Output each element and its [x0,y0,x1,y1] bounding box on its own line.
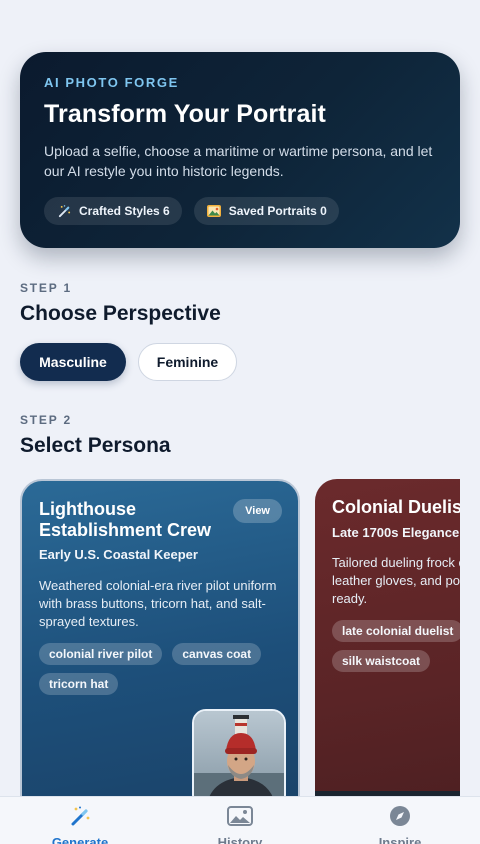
nav-history-label: History [217,835,263,844]
step2-title: Select Persona [20,434,171,457]
compass-icon [389,805,411,832]
persona-portrait-thumbnail[interactable] [192,709,286,809]
view-button[interactable]: View [233,499,282,523]
hero-stats: Crafted Styles 6 Saved Portraits 0 [44,197,436,225]
persona-tag: late colonial duelist [332,620,460,642]
saved-portraits-chip: Saved Portraits 0 [193,197,339,225]
persona-tag: silk waistcoat [332,650,431,672]
nav-inspire-label: Inspire [378,835,422,844]
hero-description: Upload a selfie, choose a maritime or wa… [44,143,433,179]
description-line: leather gloves, and po [332,573,460,588]
persona-card-lighthouse[interactable]: Lighthouse Establishment Crew Early U.S.… [20,479,300,809]
hero-title: Transform Your Portrait [44,100,326,128]
persona-tags: late colonial duelist silk waistcoat [332,620,460,672]
nav-generate[interactable]: Generate [35,805,125,844]
description-line: Tailored dueling frock c [332,555,460,570]
picture-icon [206,203,222,219]
description-line: ready. [332,591,368,606]
step1-title: Choose Perspective [20,302,221,325]
persona-tag: canvas coat [172,643,262,665]
persona-subtitle: Early U.S. Coastal Keeper [39,547,198,562]
bottom-navigation: Generate History Inspire [0,796,480,844]
hero-banner: AI PHOTO FORGE Transform Your Portrait U… [20,52,460,248]
persona-card-colonial-duelist[interactable]: Colonial Duelis Late 1700s Elegance Tail… [315,479,460,809]
feminine-option[interactable]: Feminine [138,343,237,381]
saved-portraits-label: Saved Portraits 0 [228,204,327,218]
persona-title: Lighthouse Establishment Crew [39,499,212,540]
persona-subtitle: Late 1700s Elegance [332,525,460,540]
masculine-option[interactable]: Masculine [20,343,126,381]
step2-label: STEP 2 [20,413,72,427]
persona-tags: colonial river pilot canvas coat tricorn… [39,643,281,695]
nav-generate-label: Generate [51,835,109,844]
persona-tag: colonial river pilot [39,643,163,665]
step1-label: STEP 1 [20,281,72,295]
hero-eyebrow: AI PHOTO FORGE [44,75,179,90]
persona-carousel[interactable]: Lighthouse Establishment Crew Early U.S.… [20,479,460,809]
persona-description: Weathered colonial-era river pilot unifo… [39,578,277,629]
crafted-styles-chip: Crafted Styles 6 [44,197,182,225]
persona-title: Colonial Duelis [332,497,460,517]
magic-wand-icon [68,805,92,832]
gallery-icon [227,805,253,832]
persona-tag: tricorn hat [39,673,119,695]
nav-history[interactable]: History [195,805,285,844]
nav-inspire[interactable]: Inspire [355,805,445,844]
crafted-styles-label: Crafted Styles 6 [79,204,170,218]
persona-description: Tailored dueling frock c leather gloves,… [332,554,460,608]
magic-wand-icon [56,203,72,219]
